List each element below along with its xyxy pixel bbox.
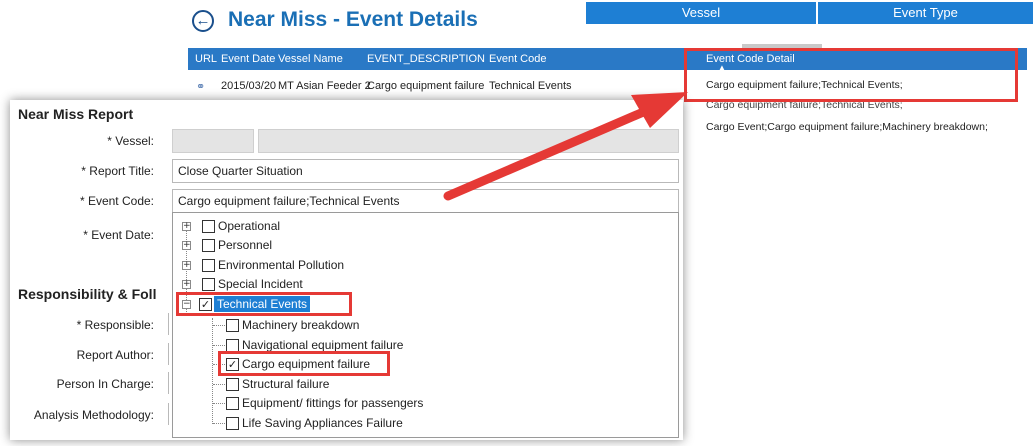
tree-connector [213, 345, 225, 346]
report-author-label: Report Author: [76, 348, 154, 362]
tree-node-machinery-breakdown[interactable]: Machinery breakdown [242, 317, 359, 333]
checkbox[interactable] [202, 239, 215, 252]
analysis-methodology-label: Analysis Methodology: [33, 408, 154, 422]
expand-icon[interactable]: + [182, 222, 191, 231]
checkbox[interactable] [226, 319, 239, 332]
col-event-date[interactable]: Event Date [221, 53, 275, 65]
dialog-title: Near Miss Report [18, 106, 134, 122]
tree-node-structural-failure[interactable]: Structural failure [242, 376, 329, 392]
checkbox[interactable] [226, 378, 239, 391]
responsible-label: * Responsible: [76, 318, 154, 332]
expand-icon[interactable]: + [182, 261, 191, 270]
checkbox[interactable] [202, 278, 215, 291]
section-title: Responsibility & Foll [18, 286, 157, 302]
vessel-label: * Vessel: [107, 134, 154, 148]
tab-event-type[interactable]: Event Type [818, 2, 1033, 24]
checkbox[interactable] [226, 417, 239, 430]
report-title-label: * Report Title: [81, 164, 154, 178]
cell-event-description: Cargo equipment failure [367, 80, 485, 92]
tree-node-equipment-fittings-for-passengers[interactable]: Equipment/ fittings for passengers [242, 395, 423, 411]
event-date-label: * Event Date: [83, 228, 154, 242]
checkbox[interactable] [202, 220, 215, 233]
table-row[interactable]: ⚭ 2015/03/20 MT Asian Feeder 2 Cargo equ… [188, 80, 688, 96]
tree-connector [213, 384, 225, 385]
vessel-name-field[interactable] [258, 129, 679, 153]
tab-vessel[interactable]: Vessel [586, 2, 816, 24]
event-code-label: * Event Code: [79, 194, 154, 208]
tree-connector [213, 423, 225, 424]
highlight-box [684, 48, 1018, 102]
page-title: Near Miss - Event Details [228, 8, 478, 31]
cell-vessel-name: MT Asian Feeder 2 [278, 80, 371, 92]
tree-connector [213, 403, 225, 404]
person-in-charge-label: Person In Charge: [56, 377, 154, 391]
back-arrow-icon[interactable]: ← [192, 10, 214, 32]
vessel-field[interactable] [172, 129, 254, 153]
tree-connector [213, 325, 225, 326]
link-icon[interactable]: ⚭ [196, 80, 205, 93]
checkbox[interactable] [202, 259, 215, 272]
tree-node-personnel[interactable]: Personnel [218, 237, 272, 253]
event-code-field[interactable]: Cargo equipment failure;Technical Events [172, 189, 679, 213]
cell-event-date: 2015/03/20 [221, 80, 277, 92]
tree-node-special-incident[interactable]: Special Incident [218, 276, 303, 292]
expand-icon[interactable]: + [182, 280, 191, 289]
col-url[interactable]: URL [195, 53, 217, 65]
tree-connector [212, 318, 213, 424]
highlight-box [218, 351, 390, 376]
expand-icon[interactable]: + [182, 241, 191, 250]
tree-node-operational[interactable]: Operational [218, 218, 280, 234]
col-event-code[interactable]: Event Code [489, 53, 546, 65]
cell-event-code: Technical Events [489, 80, 572, 92]
highlight-box [176, 292, 352, 316]
detail-cell: Cargo Event;Cargo equipment failure;Mach… [706, 121, 988, 133]
report-title-field[interactable]: Close Quarter Situation [172, 159, 679, 183]
tree-node-life-saving-appliances-failure[interactable]: Life Saving Appliances Failure [242, 415, 403, 431]
col-event-description[interactable]: EVENT_DESCRIPTION [367, 53, 485, 65]
checkbox[interactable] [226, 397, 239, 410]
col-vessel-name[interactable]: Vessel Name [278, 53, 343, 65]
tree-node-environmental-pollution[interactable]: Environmental Pollution [218, 257, 344, 273]
